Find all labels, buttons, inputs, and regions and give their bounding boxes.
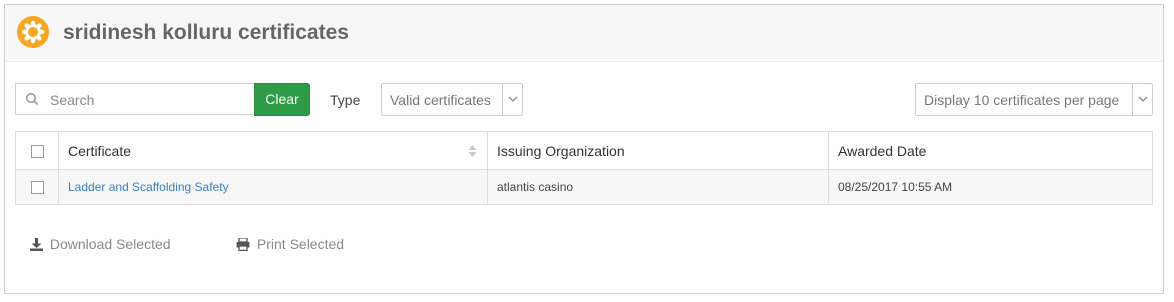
organization-cell: atlantis casino bbox=[487, 169, 829, 205]
clear-button[interactable]: Clear bbox=[254, 83, 310, 116]
print-selected-button[interactable]: Print Selected bbox=[236, 236, 344, 252]
select-all-cell bbox=[15, 131, 59, 170]
row-select-cell bbox=[15, 169, 59, 205]
type-label: Type bbox=[330, 92, 361, 108]
printer-icon bbox=[236, 236, 257, 252]
type-select[interactable]: Valid certificates bbox=[381, 83, 523, 116]
certificate-seal-icon bbox=[16, 15, 50, 49]
table-row: Ladder and Scaffolding Safety atlantis c… bbox=[15, 169, 1153, 205]
select-all-checkbox[interactable] bbox=[30, 145, 44, 159]
chevron-down-icon bbox=[502, 84, 522, 115]
panel-header: sridinesh kolluru certificates bbox=[5, 5, 1163, 62]
certificate-cell: Ladder and Scaffolding Safety bbox=[58, 169, 488, 205]
table-header-row: Certificate Issuing Organization Awarded… bbox=[15, 131, 1153, 170]
page-title: sridinesh kolluru certificates bbox=[63, 21, 349, 44]
download-selected-button[interactable]: Download Selected bbox=[30, 236, 171, 252]
per-page-select-value: Display 10 certificates per page bbox=[924, 92, 1120, 108]
column-header-label: Issuing Organization bbox=[497, 142, 625, 159]
certificate-link[interactable]: Ladder and Scaffolding Safety bbox=[68, 180, 229, 194]
download-label: Download Selected bbox=[49, 236, 171, 252]
column-header-label: Certificate bbox=[68, 142, 132, 159]
print-label: Print Selected bbox=[256, 236, 345, 252]
row-checkbox[interactable] bbox=[30, 181, 44, 195]
column-header-label: Awarded Date bbox=[838, 142, 927, 159]
search-field[interactable] bbox=[15, 83, 255, 115]
search-input[interactable] bbox=[50, 90, 250, 110]
per-page-select[interactable]: Display 10 certificates per page bbox=[915, 83, 1153, 116]
awarded-date-cell: 08/25/2017 10:55 AM bbox=[828, 169, 1153, 205]
type-select-value: Valid certificates bbox=[390, 92, 491, 108]
search-icon bbox=[25, 92, 41, 108]
sort-icon[interactable] bbox=[468, 144, 477, 161]
download-icon bbox=[30, 236, 50, 252]
column-header-certificate[interactable]: Certificate bbox=[58, 131, 488, 170]
certificates-table: Certificate Issuing Organization Awarded… bbox=[15, 131, 1153, 205]
chevron-down-icon bbox=[1132, 84, 1152, 115]
certificates-panel: sridinesh kolluru certificates Clear Typ… bbox=[4, 4, 1164, 294]
column-header-awarded-date[interactable]: Awarded Date bbox=[828, 131, 1153, 170]
column-header-organization[interactable]: Issuing Organization bbox=[487, 131, 829, 170]
